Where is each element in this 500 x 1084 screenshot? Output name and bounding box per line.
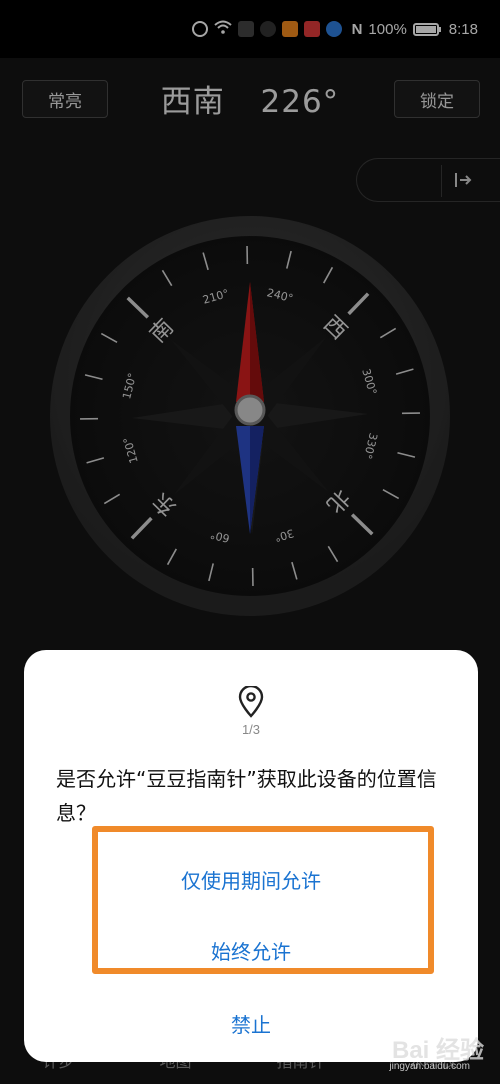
location-pin-icon (237, 684, 265, 722)
highlight-box (92, 826, 434, 974)
watermark-url: jingyan.baidu.com (389, 1061, 470, 1072)
dialog-page-counter: 1/3 (241, 722, 261, 737)
dialog-message: 是否允许“豆豆指南针”获取此设备的位置信息？ (56, 767, 437, 825)
app-screen: N 100% 8:18 常亮 西南 226° 锁定 北 东 南 西 30° 60… (0, 0, 500, 1084)
watermark-logo: Bai 经验 (391, 1037, 484, 1064)
